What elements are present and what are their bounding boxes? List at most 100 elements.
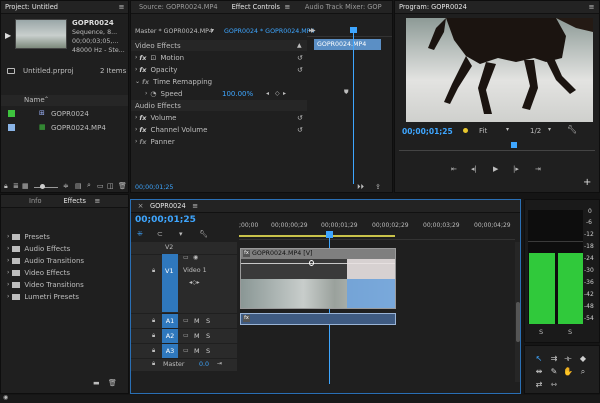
go-to-end-icon[interactable]: ⇥ — [217, 360, 222, 367]
effects-folder-video-effects[interactable]: › Video Effects — [7, 267, 127, 278]
scroll-up-icon[interactable]: ▲ — [297, 42, 302, 49]
expand-caret-icon[interactable]: › — [145, 90, 147, 97]
sync-lock-icon[interactable]: ▭ — [183, 332, 189, 339]
export-icon[interactable]: ⇪ — [375, 183, 381, 191]
speed-row[interactable]: › ◔ Speed 100.00% ◂ ◇ ▸ — [131, 88, 307, 99]
lock-icon[interactable]: 🔒︎ — [4, 182, 8, 191]
tab-program[interactable]: Program: GOPR0024 — [399, 3, 467, 11]
master-volume-value[interactable]: 0.0 — [199, 361, 209, 368]
rate-stretch-tool-icon[interactable]: ⇄ — [534, 380, 544, 390]
tab-effect-controls[interactable]: Effect Controls — [232, 3, 280, 11]
track-label-a1[interactable]: A1 — [162, 314, 178, 328]
effects-folder-presets[interactable]: › Presets — [7, 231, 127, 242]
lock-icon[interactable]: 🔒︎ — [152, 360, 155, 368]
sync-lock-icon[interactable]: ▭ — [183, 347, 189, 354]
tab-sequence[interactable]: GOPR0024 — [150, 202, 186, 210]
stopwatch-icon[interactable]: ◔ — [150, 90, 156, 98]
effects-folder-video-transitions[interactable]: › Video Transitions — [7, 279, 127, 290]
eye-icon[interactable]: ◉ — [193, 254, 198, 261]
lock-icon[interactable]: 🔒︎ — [152, 317, 155, 325]
label-color-swatch[interactable] — [8, 124, 15, 131]
program-video-frame[interactable] — [406, 18, 593, 122]
zoom-slider[interactable] — [34, 187, 58, 188]
effects-folder-audio-transitions[interactable]: › Audio Transitions — [7, 255, 127, 266]
solo-button[interactable]: S — [206, 317, 210, 325]
fx-badge[interactable]: fx — [243, 250, 250, 257]
solo-right-button[interactable]: S — [568, 328, 572, 336]
settings-wrench-icon[interactable]: 🔧︎ — [199, 230, 208, 238]
prev-keyframe-icon[interactable]: ◂ — [266, 90, 269, 97]
clip-selected-region[interactable] — [347, 279, 395, 308]
list-item[interactable]: ▦ GOPR0024.MP4 — [1, 121, 128, 133]
clip-thumbnail[interactable] — [15, 19, 67, 49]
tab-project[interactable]: Project: Untitled — [5, 3, 58, 11]
mini-playhead[interactable] — [511, 142, 517, 148]
lock-icon[interactable]: 🔒︎ — [152, 267, 155, 275]
filter-icon[interactable]: ⏵⏵ — [357, 183, 364, 192]
razor-tool-icon[interactable]: ◆ — [578, 354, 588, 364]
fx-badge[interactable]: fx — [139, 54, 146, 62]
ripple-edit-tool-icon[interactable]: ⟛ — [563, 354, 573, 364]
reset-icon[interactable]: ↺ — [297, 114, 303, 122]
expand-caret-icon[interactable]: › — [135, 54, 137, 61]
mute-button[interactable]: M — [194, 332, 200, 340]
new-bin-icon[interactable]: ▭ — [97, 182, 104, 190]
lock-icon[interactable]: 🔒︎ — [152, 347, 155, 355]
keyframe-point[interactable] — [309, 260, 314, 266]
icon-view-icon[interactable]: ▦ — [22, 182, 29, 190]
pen-tool-icon[interactable]: ✎ — [549, 367, 559, 377]
expand-caret-icon[interactable]: › — [7, 281, 9, 288]
effect-channel-volume-row[interactable]: › fx Channel Volume ↺ — [131, 124, 307, 135]
new-bin-icon[interactable]: ▬ — [93, 379, 100, 387]
vertical-scrollbar[interactable] — [515, 242, 520, 382]
track-label-a2[interactable]: A2 — [162, 329, 178, 343]
scroll-thumb[interactable] — [516, 302, 520, 342]
snap-icon[interactable]: ⁜ — [137, 230, 143, 238]
expand-caret-icon[interactable]: › — [135, 138, 137, 145]
selection-tool-icon[interactable]: ↖ — [534, 354, 544, 364]
video-clip[interactable]: fx GOPR0024.MP4 [V] — [240, 248, 396, 309]
step-back-icon[interactable]: ◂| — [471, 165, 477, 173]
zoom-tool-icon[interactable]: ⌕ — [578, 367, 588, 377]
track-select-tool-icon[interactable]: ⇉ — [549, 354, 559, 364]
chevron-down-icon[interactable]: ▾ — [211, 27, 214, 34]
track-label-v1[interactable]: V1 — [165, 267, 174, 275]
hand-tool-icon[interactable]: ✋ — [563, 367, 573, 377]
label-color-swatch[interactable] — [8, 110, 15, 117]
solo-button[interactable]: S — [206, 332, 210, 340]
list-view-icon[interactable]: ≣ — [13, 182, 19, 190]
expand-caret-icon[interactable]: › — [7, 293, 9, 300]
wrench-icon[interactable]: 🔧︎ — [567, 125, 577, 134]
mute-button[interactable]: M — [194, 317, 200, 325]
ec-timecode[interactable]: 00;00;01;25 — [135, 184, 173, 191]
program-timecode[interactable]: 00;00;01;25 — [402, 127, 453, 136]
mini-timeline[interactable] — [399, 141, 595, 151]
chevron-down-icon[interactable]: ▾ — [506, 126, 509, 133]
chevron-down-icon[interactable]: ▾ — [548, 126, 551, 133]
expand-caret-icon[interactable]: › — [7, 257, 9, 264]
slip-tool-icon[interactable]: ⇹ — [534, 367, 544, 377]
trash-icon[interactable]: 🗑︎ — [118, 182, 127, 190]
reset-icon[interactable]: ↺ — [297, 66, 303, 74]
ec-playhead[interactable] — [353, 29, 354, 184]
time-ruler[interactable]: ;00;00 00;00;00;29 00;00;01;29 00;00;02;… — [239, 222, 515, 240]
reset-icon[interactable]: ↺ — [297, 54, 303, 62]
effects-folder-lumetri-presets[interactable]: › Lumetri Presets — [7, 291, 127, 302]
lock-icon[interactable]: 🔒︎ — [152, 332, 155, 340]
effect-time-remap-row[interactable]: ⌄ fx Time Remapping — [131, 76, 307, 87]
audio-clip[interactable]: fx — [240, 313, 396, 325]
sort-caret-icon[interactable]: ⌃ — [44, 96, 49, 103]
solo-button[interactable]: S — [206, 347, 210, 355]
effect-motion-row[interactable]: › fx ⊡ Motion ↺ — [131, 52, 307, 63]
hamburger-menu-icon[interactable]: ≡ — [588, 3, 595, 11]
master-clip-selector[interactable]: Master * GOPR0024.MP4 — [135, 28, 213, 35]
mute-button[interactable]: M — [194, 347, 200, 355]
sequence-clip-selector[interactable]: GOPR0024 * GOPR0024.MP4 — [224, 28, 314, 35]
tab-info[interactable]: Info — [29, 197, 41, 205]
track-label-a3[interactable]: A3 — [162, 344, 178, 358]
slide-tool-icon[interactable]: ⇿ — [549, 380, 559, 390]
hamburger-menu-icon[interactable]: ≡ — [118, 3, 125, 11]
toggle-sync-icon[interactable]: ▭ — [183, 254, 189, 261]
new-item-icon[interactable]: ◫ — [107, 182, 114, 190]
automate-icon[interactable]: ▤ — [75, 182, 82, 190]
